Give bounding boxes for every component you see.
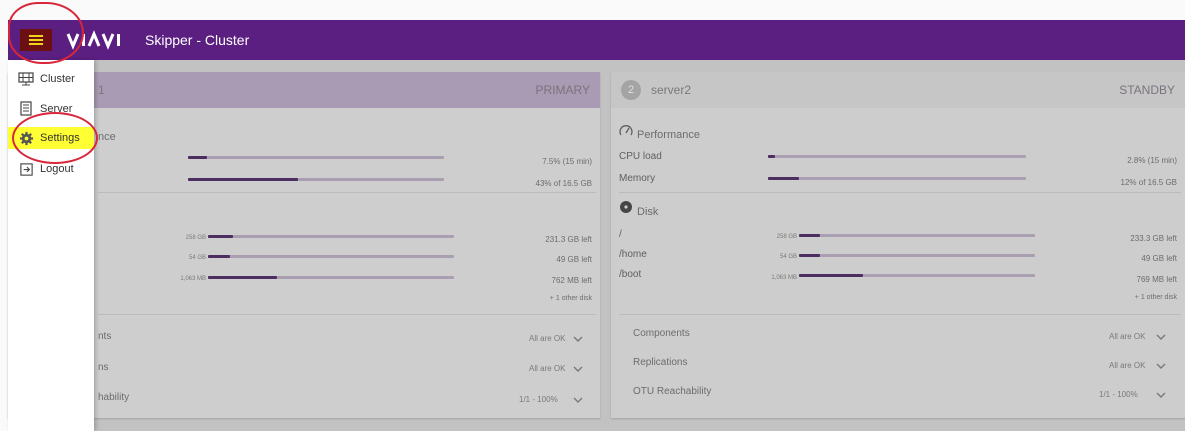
memory-value: 43% of 16.5 GB bbox=[535, 179, 592, 188]
disk-size: 1,063 MB bbox=[771, 275, 797, 281]
otu-reachability-status: 1/1 - 100% bbox=[519, 395, 558, 404]
viavi-logo bbox=[66, 30, 120, 50]
cpu-value: 2.8% (15 min) bbox=[1127, 156, 1177, 165]
chevron-down-icon[interactable] bbox=[573, 336, 583, 342]
disk-left: 231.3 GB left bbox=[545, 235, 592, 244]
drawer-item-logout[interactable]: Logout bbox=[8, 158, 94, 180]
divider bbox=[98, 314, 596, 315]
chevron-down-icon[interactable] bbox=[1156, 334, 1166, 340]
disk-size: 54 GB bbox=[188, 255, 206, 261]
cpu-value: 7.5% (15 min) bbox=[542, 157, 592, 166]
disk-left: 49 GB left bbox=[1141, 254, 1177, 263]
disk-bar bbox=[799, 254, 1035, 257]
chevron-down-icon[interactable] bbox=[573, 397, 583, 403]
other-disk-link[interactable]: + 1 other disk bbox=[550, 295, 592, 302]
server-name: server2 bbox=[651, 83, 692, 97]
menu-icon bbox=[29, 35, 43, 45]
cpu-label: CPU load bbox=[619, 151, 662, 162]
drawer-item-settings[interactable]: Settings bbox=[8, 127, 94, 149]
server-number-badge: 2 bbox=[621, 80, 641, 100]
divider bbox=[619, 314, 1181, 315]
chevron-down-icon[interactable] bbox=[1156, 392, 1166, 398]
components-status: All are OK bbox=[529, 334, 566, 343]
disk-left: 769 MB left bbox=[1136, 275, 1177, 284]
drawer-item-label: Settings bbox=[40, 132, 80, 144]
disk-bar bbox=[799, 234, 1035, 237]
replications-label: Replications bbox=[633, 357, 688, 368]
app-title: Skipper - Cluster bbox=[145, 32, 250, 48]
chevron-down-icon[interactable] bbox=[573, 366, 583, 372]
server-card-header[interactable]: 1 PRIMARY bbox=[8, 72, 600, 108]
cluster-icon bbox=[18, 71, 34, 87]
cpu-bar bbox=[188, 156, 444, 159]
disk-size: 258 GB bbox=[185, 235, 206, 241]
logout-icon bbox=[18, 161, 34, 177]
top-bar: Skipper - Cluster bbox=[8, 20, 1185, 60]
cpu-bar bbox=[768, 155, 1026, 158]
replications-label: ns bbox=[98, 362, 109, 373]
gauge-icon bbox=[619, 125, 633, 136]
components-label: nts bbox=[98, 331, 112, 342]
server-name: 1 bbox=[98, 83, 105, 97]
disk-bar bbox=[208, 276, 454, 279]
disk-size: 258 GB bbox=[776, 234, 797, 240]
memory-bar bbox=[188, 178, 444, 181]
drawer-item-server[interactable]: Server bbox=[8, 98, 94, 120]
disk-icon bbox=[620, 201, 632, 213]
nav-drawer: Cluster Server Settings Logout bbox=[8, 60, 94, 431]
disk-bar bbox=[208, 235, 454, 238]
replications-status: All are OK bbox=[1109, 361, 1146, 370]
server-card-standby: 2 server2 STANDBY Performance CPU load 2… bbox=[611, 72, 1185, 418]
disk-left: 233.3 GB left bbox=[1130, 234, 1177, 243]
gear-icon bbox=[18, 130, 34, 146]
disk-size: 54 GB bbox=[779, 254, 797, 260]
server-card-primary: 1 PRIMARY nce 7.5% (15 min) 43% of 16.5 … bbox=[8, 72, 600, 418]
disk-left: 49 GB left bbox=[556, 255, 592, 264]
disk-bar bbox=[799, 274, 1035, 277]
hamburger-menu-button[interactable] bbox=[20, 29, 52, 51]
components-label: Components bbox=[633, 328, 690, 339]
main-content: 1 PRIMARY nce 7.5% (15 min) 43% of 16.5 … bbox=[8, 60, 1185, 431]
disk-bar bbox=[208, 255, 454, 258]
divider bbox=[619, 192, 1181, 193]
other-disk-link[interactable]: + 1 other disk bbox=[1135, 294, 1177, 301]
replications-status: All are OK bbox=[529, 364, 566, 373]
otu-reachability-status: 1/1 - 100% bbox=[1099, 390, 1138, 399]
divider bbox=[98, 192, 596, 193]
memory-value: 12% of 16.5 GB bbox=[1120, 178, 1177, 187]
server-role: STANDBY bbox=[1119, 83, 1175, 97]
components-status: All are OK bbox=[1109, 332, 1146, 341]
disk-size: 1,063 MB bbox=[180, 276, 206, 282]
drawer-item-label: Logout bbox=[40, 163, 74, 175]
drawer-item-label: Cluster bbox=[40, 73, 75, 85]
disk-title: Disk bbox=[637, 206, 659, 218]
memory-label: Memory bbox=[619, 173, 656, 184]
performance-title: nce bbox=[98, 131, 116, 143]
drawer-item-cluster[interactable]: Cluster bbox=[8, 68, 94, 90]
server-icon bbox=[18, 101, 34, 117]
disk-left: 762 MB left bbox=[551, 276, 592, 285]
disk-mount: /home bbox=[619, 249, 647, 260]
server-card-header[interactable]: 2 server2 STANDBY bbox=[611, 72, 1185, 108]
memory-bar bbox=[768, 177, 1026, 180]
performance-title: Performance bbox=[637, 129, 700, 141]
otu-reachability-label: OTU Reachability bbox=[633, 386, 712, 397]
disk-mount: / bbox=[619, 229, 622, 240]
drawer-item-label: Server bbox=[40, 103, 73, 115]
app-window: Skipper - Cluster 1 PRIMARY nce 7.5% (15… bbox=[0, 0, 1185, 431]
otu-reachability-label: hability bbox=[98, 392, 130, 403]
chevron-down-icon[interactable] bbox=[1156, 363, 1166, 369]
server-role: PRIMARY bbox=[535, 83, 590, 97]
disk-mount: /boot bbox=[619, 269, 642, 280]
